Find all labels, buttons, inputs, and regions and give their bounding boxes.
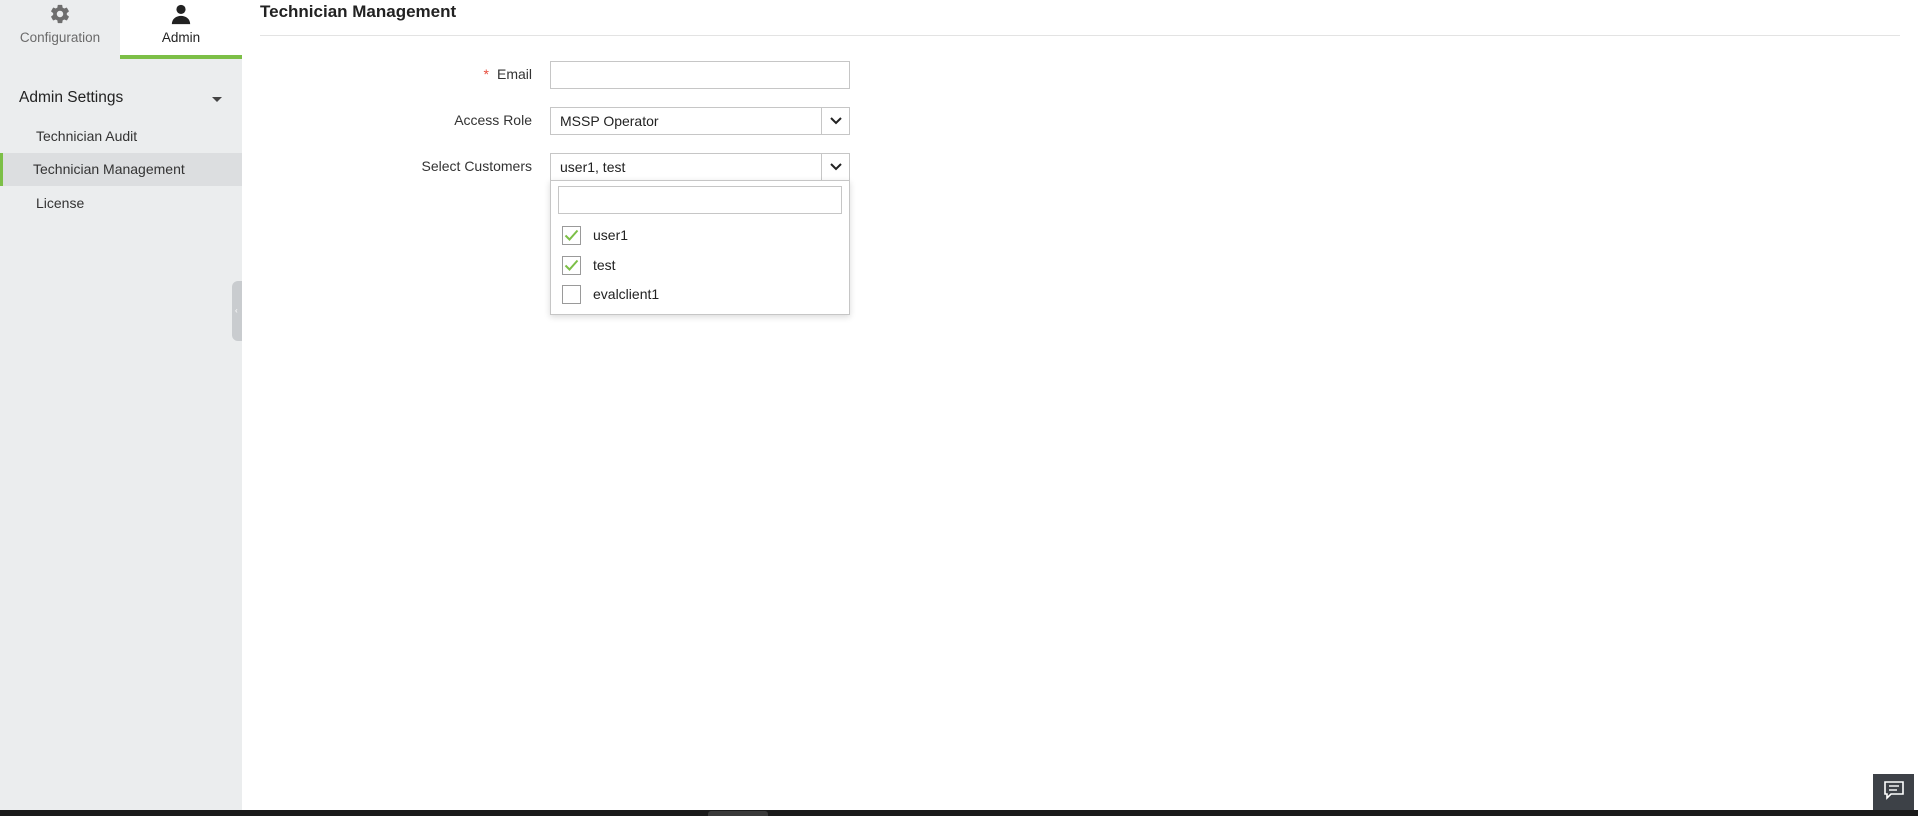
checkbox-unchecked[interactable]	[562, 284, 581, 304]
tab-admin[interactable]: Admin	[120, 0, 242, 59]
tab-configuration-label: Configuration	[19, 30, 101, 45]
select-customers-select[interactable]: user1, test	[550, 153, 850, 181]
customer-option-label: evalclient1	[593, 286, 660, 302]
customer-option-label: user1	[593, 227, 629, 243]
email-label-text: Email	[496, 66, 532, 82]
user-icon	[170, 3, 192, 25]
customer-option-test[interactable]: test	[562, 255, 616, 275]
checkbox-checked[interactable]	[562, 225, 581, 245]
tab-admin-label: Admin	[161, 30, 201, 45]
page-title: Technician Management	[260, 2, 457, 21]
customer-option-label: test	[593, 257, 616, 273]
customer-option-evalclient1[interactable]: evalclient1	[562, 284, 659, 304]
checkbox-checked[interactable]	[562, 255, 581, 275]
chat-button[interactable]	[1873, 774, 1914, 810]
admin-settings-title: Admin Settings	[19, 89, 124, 106]
bottom-bar	[0, 810, 1918, 816]
sidebar-item-technician-management[interactable]: Technician Management	[0, 152, 242, 186]
gear-icon	[49, 3, 71, 25]
sidebar-collapse-handle[interactable]: ‹	[232, 281, 242, 341]
admin-settings-header[interactable]: Admin Settings	[19, 88, 229, 108]
customers-dropdown: user1 test evalclient1	[550, 180, 850, 315]
title-divider	[260, 35, 1900, 36]
chevron-left-icon: ‹	[235, 306, 238, 315]
required-marker: *	[483, 66, 489, 82]
email-label: * Email	[242, 66, 532, 82]
select-customers-label: Select Customers	[421, 158, 532, 174]
main-content: Technician Management * Email Access Role…	[242, 0, 1918, 810]
sidebar-item-technician-audit[interactable]: Technician Audit	[0, 119, 242, 153]
email-field[interactable]	[550, 61, 850, 89]
bottom-bar-handle	[708, 811, 768, 816]
admin-nav: Technician Audit Technician Management L…	[0, 119, 242, 220]
access-role-value: MSSP Operator	[560, 113, 659, 129]
customer-option-user1[interactable]: user1	[562, 225, 628, 245]
access-role-select[interactable]: MSSP Operator	[550, 107, 850, 135]
caret-down-icon	[212, 97, 222, 102]
sidebar: Configuration Admin Admin Settings Techn…	[0, 0, 242, 810]
select-customers-value: user1, test	[560, 159, 626, 175]
chevron-down-icon[interactable]	[821, 154, 849, 180]
app-window: Configuration Admin Admin Settings Techn…	[0, 0, 1918, 816]
access-role-label: Access Role	[454, 112, 532, 128]
chevron-down-icon[interactable]	[821, 108, 849, 134]
sidebar-item-license[interactable]: License	[0, 186, 242, 220]
customers-search-input[interactable]	[558, 186, 842, 214]
top-tabs: Configuration Admin	[0, 0, 242, 59]
tab-configuration[interactable]: Configuration	[0, 0, 120, 59]
chat-icon	[1883, 780, 1905, 805]
